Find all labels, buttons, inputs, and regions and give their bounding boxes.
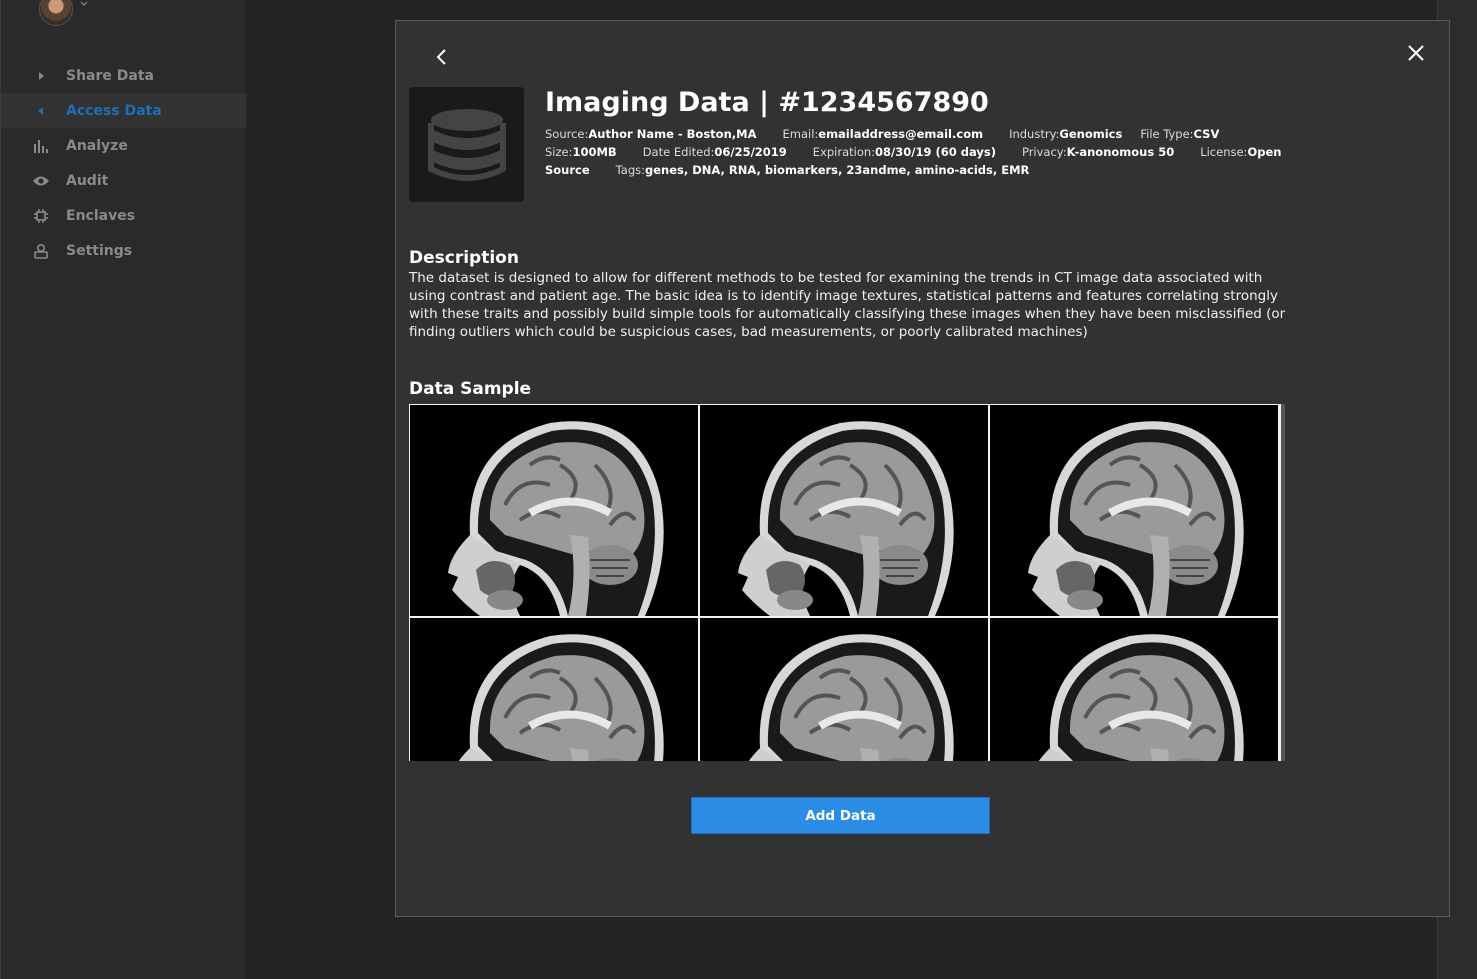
sidebar-item-share-data[interactable]: Share Data [1,58,246,93]
meta-filetype-value: CSV [1193,127,1220,141]
meta-filetype: File Type:CSV [1140,125,1219,143]
meta-tags-value: genes, DNA, RNA, biomarkers, 23andme, am… [645,163,1030,177]
meta-industry-label: Industry: [1009,127,1060,141]
meta-license-cont: Source [545,161,590,179]
caret-left-icon [31,101,51,121]
dataset-thumbnail [409,87,524,202]
sidebar-item-settings[interactable]: Settings [1,233,246,268]
meta-source-label: Source: [545,127,589,141]
data-sample-heading: Data Sample [409,379,532,399]
meta-email-label: Email: [782,127,819,141]
meta-source-value: Author Name - Boston,MA [588,127,757,141]
sidebar-item-label: Audit [66,172,109,189]
dataset-metadata: Source:Author Name - Boston,MA Email:emai… [545,125,1281,179]
meta-date-edited-label: Date Edited: [642,145,715,159]
mri-sample-image[interactable] [700,405,988,616]
meta-tags: Tags:genes, DNA, RNA, biomarkers, 23andm… [616,161,1030,179]
meta-industry-value: Genomics [1059,127,1123,141]
meta-tags-label: Tags: [615,163,646,177]
dataset-title: Imaging Data | #1234567890 [545,87,989,118]
meta-date-edited: Date Edited:06/25/2019 [643,143,787,161]
eye-icon [31,171,51,191]
user-menu[interactable] [39,0,89,26]
meta-privacy-label: Privacy: [1021,145,1067,159]
caret-right-icon [31,66,51,86]
back-button[interactable] [432,47,452,67]
sidebar: Share Data Access Data Analyze Audit Enc… [0,0,246,979]
metadata-row: Source:Author Name - Boston,MA Email:emai… [545,125,1265,143]
mri-sample-image[interactable] [700,618,988,761]
mri-sample-image[interactable] [990,618,1278,761]
image-grid [409,404,1281,761]
close-icon [1408,45,1424,61]
meta-industry: Industry:Genomics [1009,125,1122,143]
meta-expiration-value: 08/30/19 (60 days) [875,145,996,159]
chip-icon [31,206,51,226]
meta-date-edited-value: 06/25/2019 [714,145,787,159]
sidebar-item-enclaves[interactable]: Enclaves [1,198,246,233]
meta-privacy-value: K-anonomous 50 [1066,145,1175,159]
meta-expiration: Expiration:08/30/19 (60 days) [813,143,996,161]
meta-license-value-cont: Source [545,163,590,177]
mri-sample-image[interactable] [410,405,698,616]
sidebar-item-analyze[interactable]: Analyze [1,128,246,163]
close-button[interactable] [1406,43,1426,63]
meta-size-label: Size: [545,145,573,159]
sidebar-item-label: Enclaves [66,207,136,224]
meta-license: License:Open [1200,143,1281,161]
meta-license-value: Open [1247,145,1282,159]
meta-size: Size:100MB [545,143,617,161]
meta-source: Source:Author Name - Boston,MA [545,125,756,143]
sidebar-item-access-data[interactable]: Access Data [1,93,246,128]
description-heading: Description [409,248,519,268]
bar-chart-icon [31,136,51,156]
dataset-detail-modal: Imaging Data | #1234567890 Source:Author… [395,20,1450,917]
user-lock-icon [31,241,51,261]
meta-filetype-label: File Type: [1140,127,1194,141]
meta-license-label: License: [1200,145,1248,159]
description-text: The dataset is designed to allow for dif… [409,270,1286,340]
meta-privacy: Privacy:K-anonomous 50 [1022,143,1174,161]
mri-sample-image[interactable] [990,405,1278,616]
sidebar-item-label: Share Data [66,67,154,84]
metadata-row: Size:100MB Date Edited:06/25/2019 Expirati… [545,143,1281,161]
data-sample-gallery[interactable] [409,404,1285,761]
sidebar-item-label: Analyze [66,137,128,154]
sidebar-nav: Share Data Access Data Analyze Audit Enc… [1,58,246,268]
metadata-row: Source Tags:genes, DNA, RNA, biomarkers, … [545,161,1265,179]
chevron-down-icon[interactable] [79,0,89,9]
mri-sample-image[interactable] [410,618,698,761]
sidebar-item-label: Access Data [66,102,162,119]
meta-email: Email:emailaddress@email.com [782,125,983,143]
meta-size-value: 100MB [572,145,617,159]
chevron-left-icon [436,49,446,65]
meta-email-value: emailaddress@email.com [818,127,984,141]
sidebar-item-audit[interactable]: Audit [1,163,246,198]
sidebar-item-label: Settings [66,242,133,259]
meta-expiration-label: Expiration: [812,145,876,159]
avatar[interactable] [39,0,73,26]
database-icon [427,108,506,181]
add-data-button[interactable]: Add Data [691,797,990,834]
